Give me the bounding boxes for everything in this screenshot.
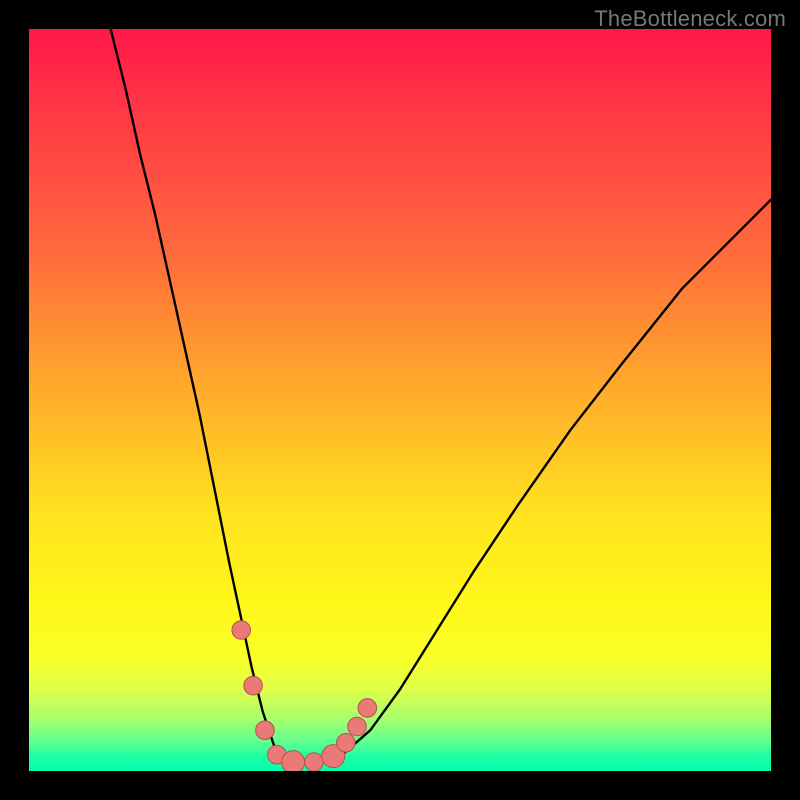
- data-marker: [244, 676, 263, 695]
- chart-svg: [29, 29, 771, 771]
- data-marker: [337, 734, 356, 753]
- data-marker: [268, 745, 287, 764]
- marker-group: [232, 621, 377, 771]
- watermark-text: TheBottleneck.com: [594, 6, 786, 32]
- data-marker: [256, 721, 275, 740]
- data-marker: [348, 717, 367, 736]
- data-marker: [282, 751, 305, 771]
- plot-area: [29, 29, 771, 771]
- bottleneck-curve: [111, 29, 771, 764]
- data-marker: [232, 621, 251, 640]
- data-marker: [305, 753, 324, 771]
- data-marker: [358, 699, 377, 718]
- data-marker: [322, 745, 345, 768]
- chart-frame: TheBottleneck.com: [0, 0, 800, 800]
